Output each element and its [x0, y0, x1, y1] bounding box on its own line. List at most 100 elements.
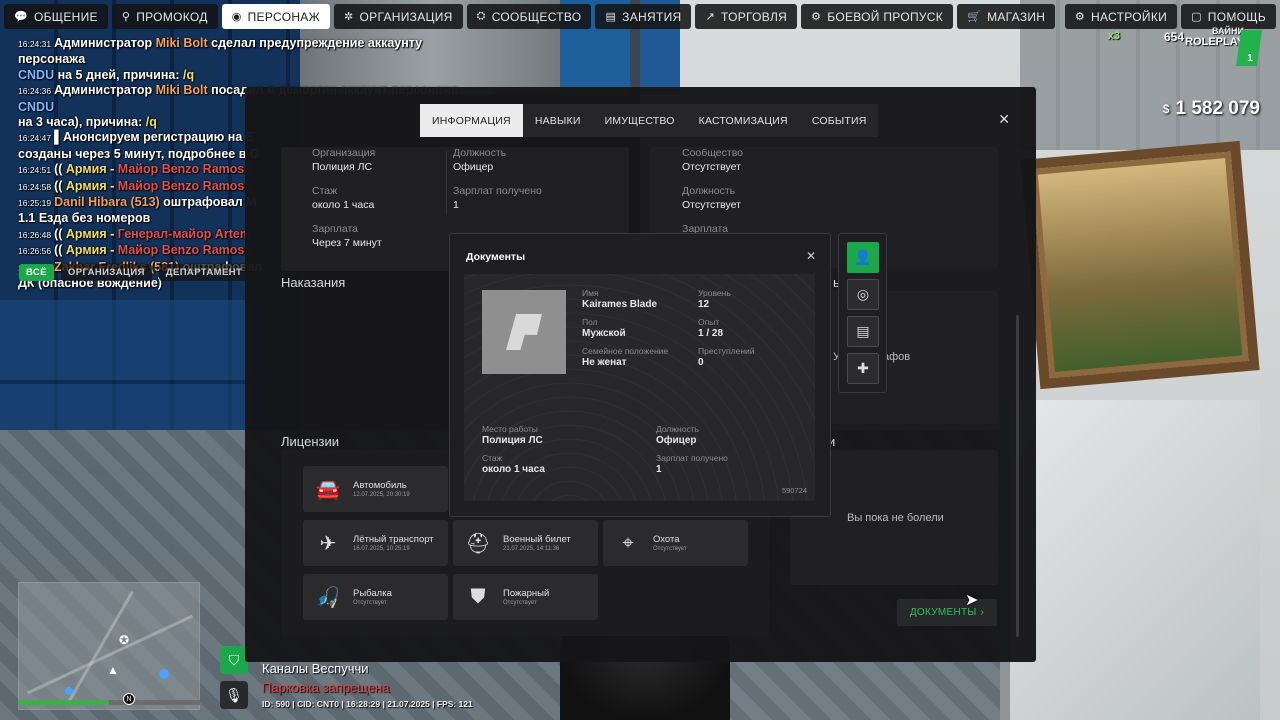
chat-filter-chip[interactable]: ОРГАНИЗАЦИЯ — [60, 264, 152, 281]
stage-field: Стаж около 1 часа — [482, 453, 545, 475]
close-icon[interactable]: ✕ — [806, 249, 816, 263]
license-card-icon[interactable]: ▤ — [847, 316, 879, 347]
shield-icon: ⛉ — [220, 646, 248, 674]
session-info: ID: 590 | CID: CNT0 | 16:28:29 | 21.07.2… — [262, 699, 473, 709]
license-date: Отсутствует — [503, 600, 537, 606]
passport-icon[interactable]: 👤 — [847, 242, 879, 273]
chat-text: (( — [54, 226, 66, 241]
tab-2[interactable]: ИМУЩЕСТВО — [593, 104, 687, 137]
voice-channel: Каналы Веспуччи — [262, 661, 369, 676]
nav-community[interactable]: ⛭ СООБЩЕСТВО — [466, 4, 592, 29]
chat-text: Майор Benzo Ramos ( — [117, 162, 252, 177]
license-card[interactable]: ⌖ Охота Отсутствует — [603, 520, 748, 566]
medical-icon[interactable]: ✚ — [847, 353, 879, 384]
license-card[interactable]: 🚘 Автомобиль 12.07.2025, 20:30:19 — [303, 466, 448, 512]
license-card[interactable]: ⛊ Пожарный Отсутствует — [453, 574, 598, 620]
license-date: Отсутствует — [353, 600, 387, 606]
tab-3[interactable]: КАСТОМИЗАЦИЯ — [687, 104, 800, 137]
nav-label: МАГАЗИН — [987, 9, 1046, 24]
community-icon: ⛭ — [476, 10, 486, 22]
server-logo: ВАЙНИ ROLEPLAY — [1174, 26, 1244, 48]
license-card[interactable]: ⛑ Военный билет 21.07.2025, 14:11:36 — [453, 520, 598, 566]
tab-1[interactable]: НАВЫКИ — [523, 104, 593, 137]
window — [1000, 400, 1260, 720]
tab-4[interactable]: СОБЫТИЯ — [800, 104, 879, 137]
license-text: Лётный транспорт 16.07.2025, 10:25:19 — [353, 534, 434, 552]
level-label: Уровень — [698, 288, 731, 298]
chat-text: - — [106, 243, 118, 258]
microphone-icon[interactable]: 🎙 — [220, 681, 248, 709]
nav-label: ОРГАНИЗАЦИЯ — [359, 9, 453, 24]
nav-gear[interactable]: ⚙ БОЕВОЙ ПРОПУСК — [801, 4, 954, 29]
person-icon: ⚲ — [121, 11, 131, 23]
nav-chat[interactable]: 💬 ОБЩЕНИЕ — [4, 4, 108, 29]
crimes-value: 0 — [698, 357, 704, 368]
chevron-right-icon: › — [980, 607, 985, 618]
documents-button[interactable]: ДОКУМЕНТЫ › — [897, 599, 997, 626]
scrollbar[interactable] — [1016, 315, 1019, 637]
family-field: Семейное положение Не женат — [582, 346, 668, 368]
divider — [446, 151, 447, 215]
chat-text: Генерал-майор Artem — [117, 226, 251, 241]
nav-avatar[interactable]: ◉ ПЕРСОНАЖ — [221, 4, 330, 29]
chat-icon: 💬 — [14, 11, 28, 23]
fire-shield-icon: ⛊ — [470, 585, 486, 608]
chart-icon: ↗ — [705, 11, 715, 23]
salary-label: Зарплата — [312, 223, 358, 235]
minimap[interactable]: ▲ ✪ — [18, 582, 200, 710]
chat-text: Miki Bolt — [155, 83, 208, 98]
nav-list[interactable]: ▤ ЗАНЯТИЯ — [595, 4, 692, 29]
diseases-empty-text: Вы пока не болели — [847, 512, 944, 524]
chat-filter-chip[interactable]: ДЕПАРТАМЕНТ — [158, 264, 250, 281]
chat-text: (( — [54, 243, 66, 258]
license-card[interactable]: ✈ Лётный транспорт 16.07.2025, 10:25:19 — [303, 520, 448, 566]
position-value: Офицер — [656, 435, 697, 446]
stage-label: Стаж — [482, 453, 503, 463]
helmet-icon: ⛑ — [465, 532, 491, 555]
license-card[interactable]: 🎣 Рыбалка Отсутствует — [303, 574, 448, 620]
chat-text: Danil Hibara (513) — [54, 195, 160, 210]
nav-person[interactable]: ⚲ ПРОМОКОД — [111, 4, 218, 29]
chat-text: /q — [183, 67, 195, 82]
tab-0[interactable]: ИНФОРМАЦИЯ — [420, 104, 523, 137]
mouse-cursor-icon: ➤ — [965, 592, 979, 609]
parking-status: Парковка запрещена — [262, 680, 390, 695]
money-display: $ 1 582 079 — [1163, 98, 1260, 120]
settings-icon: ⚙ — [1074, 11, 1086, 23]
sex-value: Мужской — [582, 328, 626, 339]
name-field: Имя Kairames Blade — [582, 288, 657, 310]
chat-timestamp: 16:24:47 — [18, 133, 52, 144]
documents-title: Документы — [466, 251, 526, 263]
name-value: Kairames Blade — [582, 299, 658, 310]
chat-text: - — [106, 226, 118, 241]
chat-text: созданы через 5 минут, подробнее в G — [18, 146, 260, 161]
steering-wheel-icon[interactable]: ◎ — [847, 279, 879, 310]
nav-chart[interactable]: ↗ ТОРГОВЛЯ — [695, 4, 798, 29]
chat-filter-chip[interactable]: ВСЁ — [19, 264, 54, 281]
chat-timestamp: 16:26:56 — [18, 246, 52, 257]
close-icon[interactable]: ✕ — [998, 111, 1010, 128]
position-field: Должность Офицер — [656, 424, 699, 446]
top-navigation: 💬 ОБЩЕНИЕ ⚲ ПРОМОКОД ◉ ПЕРСОНАЖ ✲ ОРГАНИЗАЦИЯ ⛭ С… — [4, 4, 1056, 29]
position-label: Должность — [656, 424, 700, 434]
sex-label: Пол — [582, 317, 598, 327]
chat-text: CNDU — [18, 99, 55, 114]
sex-field: Пол Мужской — [582, 317, 626, 339]
chat-timestamp: 16:24:51 — [18, 165, 52, 176]
position-value: Офицер — [453, 161, 494, 173]
nav-settings[interactable]: ⚙ НАСТРОЙКИ — [1064, 4, 1178, 29]
experience-value: 1 / 28 — [698, 328, 724, 339]
chat-text: Армия — [65, 178, 107, 193]
salaries-paid-value: 1 — [656, 464, 662, 475]
nav-cart[interactable]: 🛒 МАГАЗИН — [957, 4, 1056, 29]
car-icon: 🚘 — [315, 478, 341, 501]
family-label: Семейное положение — [582, 346, 669, 356]
chat-text: 1.1 Езда без номеров — [18, 211, 151, 226]
community-field: Сообщество Отсутствует — [682, 147, 743, 173]
salary-field: Зарплата Через 7 минут — [312, 223, 382, 249]
experience-field: Опыт 1 / 28 — [698, 317, 723, 339]
license-text: Автомобиль 12.07.2025, 20:30:19 — [353, 480, 410, 498]
nav-organization[interactable]: ✲ ОРГАНИЗАЦИЯ — [334, 4, 463, 29]
salaries-paid-field: Зарплат получено 1 — [453, 185, 542, 211]
top-navigation-right: ⚙ НАСТРОЙКИ ▢ ПОМОЩЬ — [1064, 4, 1276, 29]
